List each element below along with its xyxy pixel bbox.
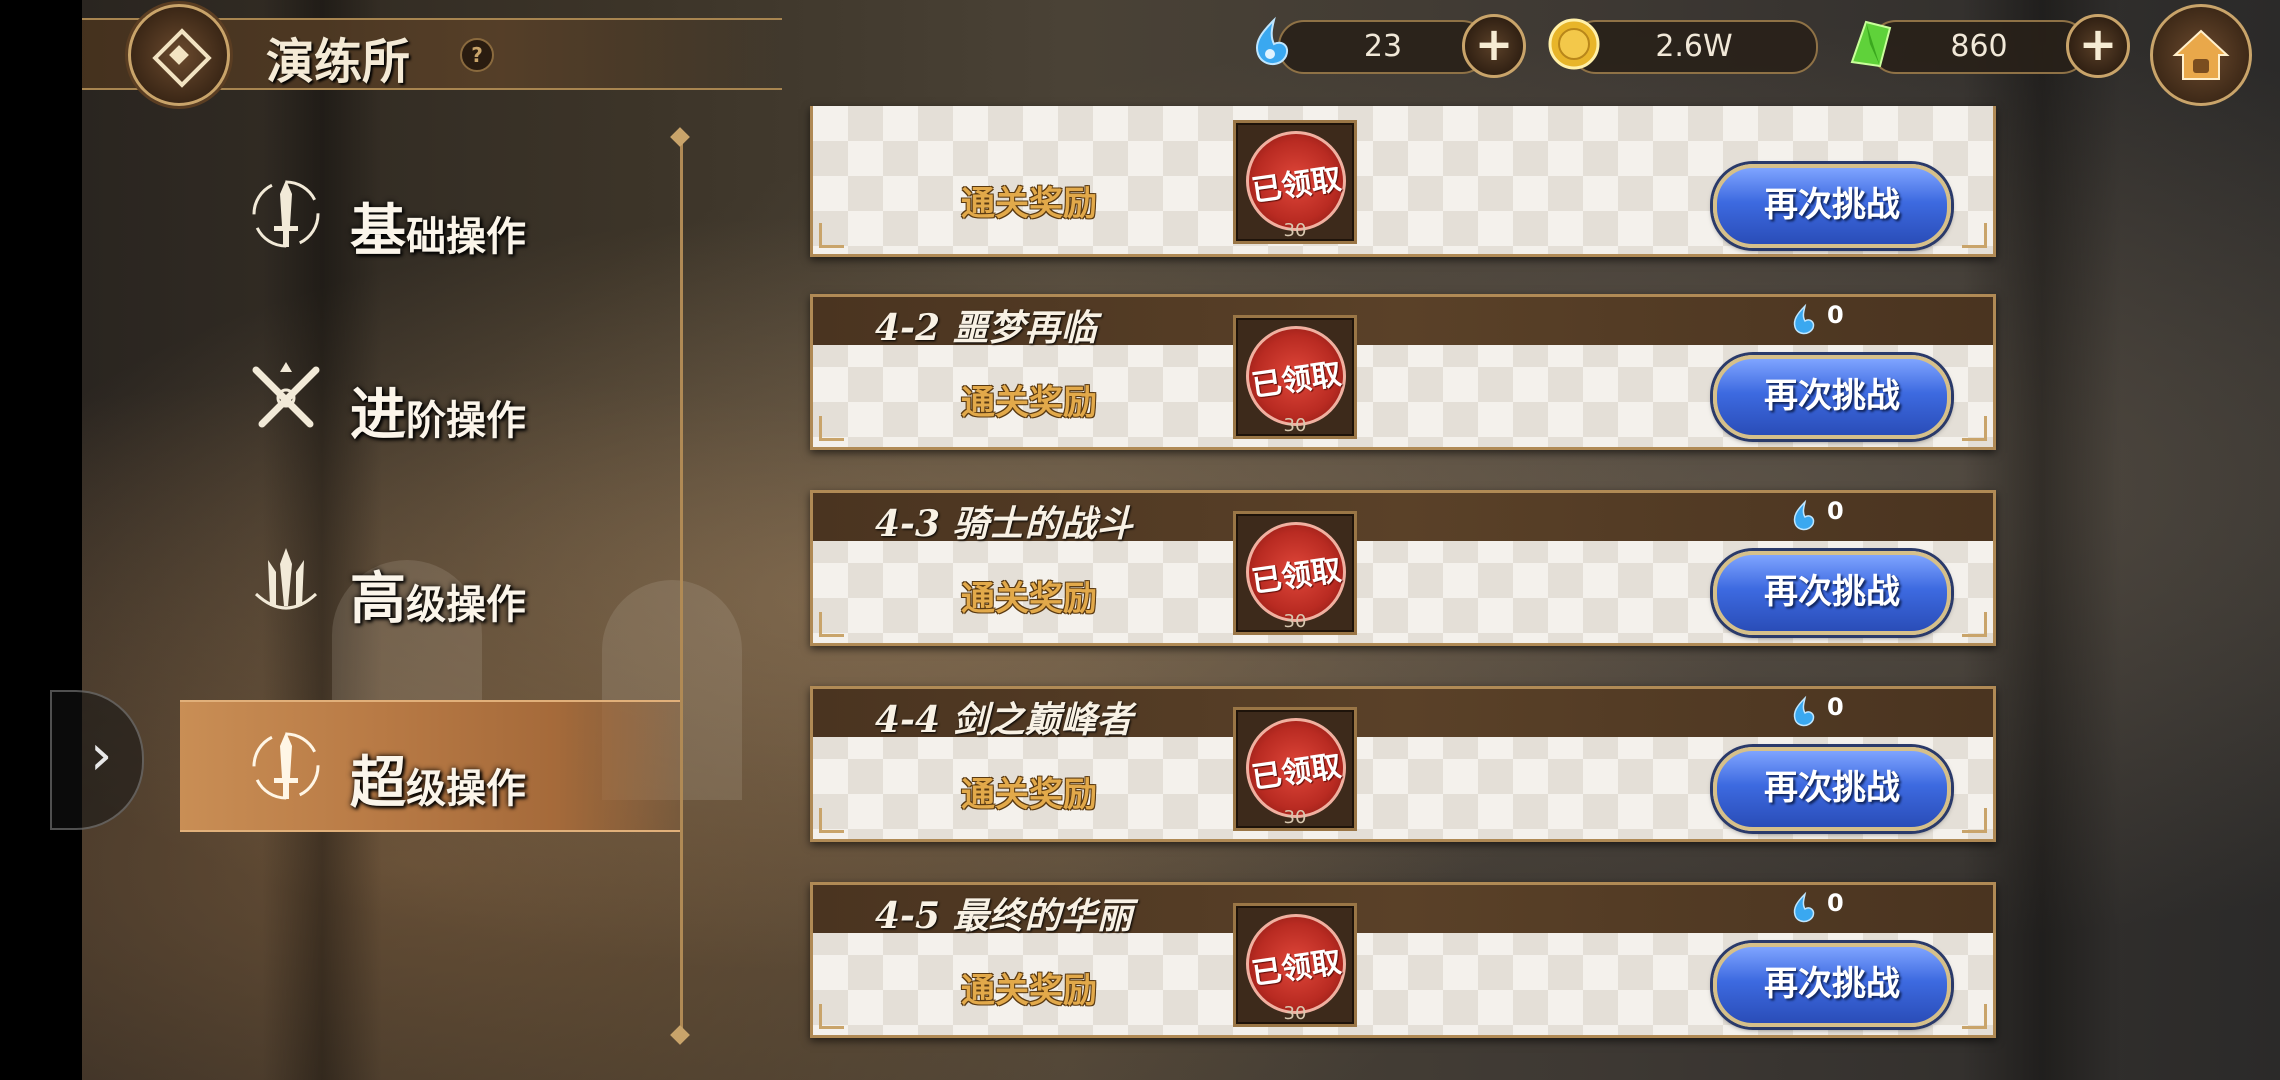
blue-drop-icon: [1793, 695, 1815, 727]
claimed-stamp-icon: 已领取: [1246, 914, 1346, 1014]
corner-ornament: [1962, 808, 1987, 833]
stage-row-4-3: 4-3 骑士的战斗 0 通关奖励 已领取 30 再次挑战: [810, 490, 1996, 646]
claimed-stamp-icon: 已领取: [1246, 326, 1346, 426]
page-title: 演练所: [266, 34, 411, 90]
stage-header: 4-5 最终的华丽 0: [813, 885, 1993, 937]
sword-circle-icon: [252, 732, 320, 800]
claimed-stamp-icon: 已领取: [1246, 131, 1346, 231]
letterbox-left: [0, 0, 82, 1080]
add-blue-drop-button[interactable]: +: [1462, 14, 1526, 78]
menu-item-basic[interactable]: 基础操作: [180, 150, 680, 278]
menu-item-advanced-label: 进阶操作: [350, 382, 526, 448]
drop-count: 0: [1827, 301, 1844, 329]
menu-item-expert[interactable]: 高级操作: [180, 518, 680, 646]
stage-row-4-2: 4-2 噩梦再临 0 通关奖励 已领取 30 再次挑战: [810, 294, 1996, 450]
corner-ornament: [819, 808, 844, 833]
stage-name: 4-3 骑士的战斗: [875, 503, 1133, 545]
corner-ornament: [1962, 223, 1987, 248]
menu-divider: [680, 138, 683, 1038]
blue-drop-icon: [1793, 891, 1815, 923]
add-green-crystal-button[interactable]: +: [2066, 14, 2130, 78]
retry-button[interactable]: 再次挑战: [1713, 943, 1951, 1027]
stage-row-4-1: 通关奖励 已领取 30 再次挑战: [810, 106, 1996, 257]
retry-button[interactable]: 再次挑战: [1713, 355, 1951, 439]
retry-button[interactable]: 再次挑战: [1713, 551, 1951, 635]
home-icon: [2172, 29, 2230, 80]
drop-count: 0: [1827, 497, 1844, 525]
stage-name: 4-2 噩梦再临: [875, 307, 1097, 349]
menu-logo-button[interactable]: [128, 4, 230, 106]
reward-item-box[interactable]: 已领取 30: [1233, 315, 1357, 439]
corner-ornament: [1962, 1004, 1987, 1029]
clear-reward-label: 通关奖励: [961, 775, 1097, 815]
green-crystal-icon: [1850, 20, 1892, 68]
blue-drop-icon: [1793, 499, 1815, 531]
stage-header: 4-2 噩梦再临 0: [813, 297, 1993, 349]
drop-count: 0: [1827, 693, 1844, 721]
blue-drop-icon: [1256, 16, 1288, 65]
stage-name: 4-4 剑之巅峰者: [875, 699, 1133, 741]
drop-count: 0: [1827, 889, 1844, 917]
reward-item-box[interactable]: 已领取 30: [1233, 511, 1357, 635]
blue-drop-icon: [1793, 303, 1815, 335]
home-button[interactable]: [2150, 4, 2252, 106]
stage-row-4-5: 4-5 最终的华丽 0 通关奖励 已领取 30 再次挑战: [810, 882, 1996, 1038]
reward-item-box[interactable]: 已领取 30: [1233, 903, 1357, 1027]
resource-blue-drop-value: 23: [1278, 20, 1488, 74]
stage-name: 4-5 最终的华丽: [875, 895, 1133, 937]
crossed-swords-icon: [252, 362, 320, 428]
corner-ornament: [819, 1004, 844, 1029]
game-screen: 演练所 ? 23 + 2.6W 860 + 基础操作 进阶操作 高级操作 超级操…: [0, 0, 2280, 1080]
clear-reward-label: 通关奖励: [961, 383, 1097, 423]
menu-item-expert-label: 高级操作: [350, 566, 526, 632]
claimed-stamp-icon: 已领取: [1246, 522, 1346, 622]
reward-item-box[interactable]: 已领取 30: [1233, 120, 1357, 244]
corner-ornament: [819, 416, 844, 441]
menu-item-basic-label: 基础操作: [350, 198, 526, 264]
chevron-right-icon: ›: [90, 723, 113, 788]
clear-reward-label: 通关奖励: [961, 579, 1097, 619]
stage-header: 4-3 骑士的战斗 0: [813, 493, 1993, 545]
corner-ornament: [819, 223, 844, 248]
triple-swords-icon: [254, 548, 318, 610]
help-icon[interactable]: ?: [460, 38, 494, 72]
menu-item-super[interactable]: 超级操作: [180, 700, 680, 832]
stage-header: 4-4 剑之巅峰者 0: [813, 689, 1993, 741]
resource-gold-coin-value: 2.6W: [1570, 20, 1818, 74]
retry-button[interactable]: 再次挑战: [1713, 164, 1951, 248]
corner-ornament: [819, 612, 844, 637]
corner-ornament: [1962, 416, 1987, 441]
claimed-stamp-icon: 已领取: [1246, 718, 1346, 818]
reward-item-box[interactable]: 已领取 30: [1233, 707, 1357, 831]
menu-item-advanced[interactable]: 进阶操作: [180, 334, 680, 462]
menu-item-super-label: 超级操作: [350, 750, 526, 816]
clear-reward-label: 通关奖励: [961, 971, 1097, 1011]
sword-circle-icon: [252, 180, 320, 248]
resource-green-crystal-value: 860: [1870, 20, 2088, 74]
stage-row-4-4: 4-4 剑之巅峰者 0 通关奖励 已领取 30 再次挑战: [810, 686, 1996, 842]
corner-ornament: [1962, 612, 1987, 637]
retry-button[interactable]: 再次挑战: [1713, 747, 1951, 831]
clear-reward-label: 通关奖励: [961, 184, 1097, 224]
gold-coin-icon: [1548, 18, 1600, 70]
